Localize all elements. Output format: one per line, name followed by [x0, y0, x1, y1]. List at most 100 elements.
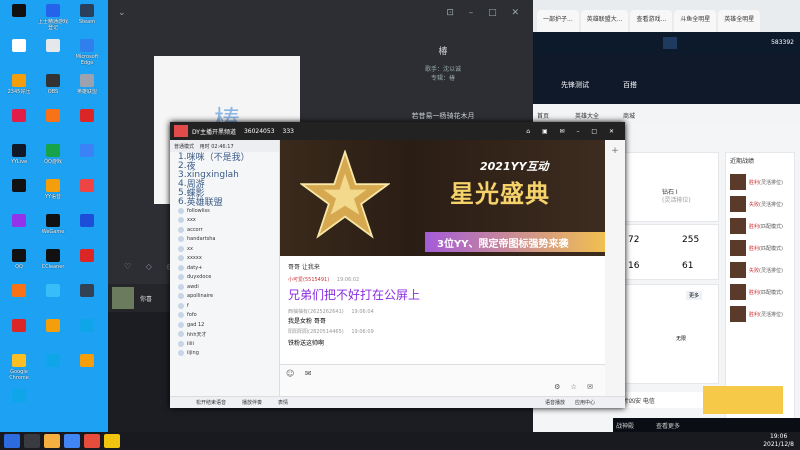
desktop-icon[interactable]	[4, 214, 34, 244]
subnav-home[interactable]: 首页	[537, 111, 549, 120]
desktop-icon[interactable]: WeGame	[38, 214, 68, 244]
add-icon[interactable]: +	[605, 146, 625, 156]
desktop-icon[interactable]: 上士精通游戏登记	[38, 4, 68, 34]
user-row[interactable]: apollinaire	[170, 292, 279, 302]
msg2-user[interactable]: 西柚柚有(2625262641)	[288, 309, 344, 315]
user-row[interactable]: iiiii	[170, 339, 279, 349]
subnav-shop[interactable]: 商城	[623, 111, 635, 120]
user-name: fofo	[187, 312, 197, 319]
desktop-icon[interactable]: YY语音	[38, 179, 68, 209]
user-row[interactable]: xx	[170, 244, 279, 254]
window-controls[interactable]: ⊡ – □ ✕	[446, 8, 525, 18]
user-row[interactable]: awdi	[170, 282, 279, 292]
app-icon[interactable]	[84, 434, 100, 448]
accompany-button[interactable]: 播放伴奏	[242, 399, 262, 406]
match-row[interactable]: 胜利 (匹配模式)	[730, 218, 790, 234]
user-row[interactable]: handartsha	[170, 235, 279, 245]
msg1-user[interactable]: 小可爱(5515491)	[288, 277, 329, 283]
desktop-icon[interactable]: OBS	[38, 74, 68, 104]
desktop-icon[interactable]	[38, 319, 68, 349]
mini-cover[interactable]	[112, 287, 134, 309]
desktop-icon[interactable]	[72, 249, 102, 279]
user-row[interactable]: followliss	[170, 206, 279, 216]
match-row[interactable]: 胜利 (灵活排位)	[730, 174, 790, 190]
window-controls[interactable]: ⌂ ▣ ✉ – □ ✕	[526, 128, 619, 135]
match-row[interactable]: 胜利 (灵活排位)	[730, 306, 790, 322]
browser-tab[interactable]: 英雄联盟大...	[580, 10, 629, 32]
nav-item-0[interactable]: 先锋测试	[561, 80, 589, 90]
task-view-icon[interactable]	[24, 434, 40, 448]
user-row[interactable]: f	[170, 301, 279, 311]
desktop-icon[interactable]	[4, 39, 34, 69]
desktop-icon[interactable]	[72, 214, 102, 244]
user-row[interactable]: duyxdoce	[170, 273, 279, 283]
browser-tab[interactable]: 查看游戏...	[630, 10, 673, 32]
desktop-icon[interactable]: Microsoft Edge	[72, 39, 102, 69]
desktop-icon[interactable]: 2345好压	[4, 74, 34, 104]
ptt-button[interactable]: 松开结束语音	[196, 399, 226, 406]
browser-tab[interactable]: 斗鱼全明星	[674, 10, 717, 32]
bottom-1[interactable]: 查看更多	[656, 423, 680, 430]
desktop-icon-label	[72, 229, 102, 241]
desktop-icon[interactable]	[72, 319, 102, 349]
user-row[interactable]: hhh天才	[170, 330, 279, 340]
event-banner[interactable]: 2021YY互动 星光盛典 3位YY、限定帝图标强势来袭	[280, 140, 607, 256]
desktop-icon[interactable]	[4, 179, 34, 209]
match-row[interactable]: 胜利 (匹配模式)	[730, 240, 790, 256]
chat-input[interactable]: ☺ ✉ ⚙ ☆ ✉	[280, 364, 605, 396]
emoji-icon[interactable]: ☺ ✉	[286, 369, 316, 378]
desktop-icon[interactable]	[72, 144, 102, 174]
clock[interactable]: 19:06 2021/12/8	[763, 433, 794, 449]
collapse-icon[interactable]: ⌄	[118, 8, 126, 18]
desktop-icon[interactable]	[38, 284, 68, 314]
user-row[interactable]: xxx	[170, 216, 279, 226]
browser-tab[interactable]: 一部护子...	[537, 10, 579, 32]
yy-taskbar-icon[interactable]	[104, 434, 120, 448]
desktop-icon[interactable]	[4, 284, 34, 314]
desktop-icon[interactable]	[38, 109, 68, 139]
user-row[interactable]: xxxxx	[170, 254, 279, 264]
desktop-icon[interactable]	[4, 389, 34, 419]
user-row[interactable]: gad 12	[170, 320, 279, 330]
desktop-icon[interactable]: QQ游戏	[38, 144, 68, 174]
file-explorer-icon[interactable]	[44, 434, 60, 448]
desktop-icon[interactable]: Steam	[72, 4, 102, 34]
desktop-icon[interactable]	[72, 179, 102, 209]
desktop-icon[interactable]	[4, 319, 34, 349]
rank-label: (灵活排位)	[662, 197, 691, 204]
desktop-icon[interactable]: 英雄联盟	[72, 74, 102, 104]
app-center-button[interactable]: 应用中心	[575, 399, 595, 406]
channel-item[interactable]: 6. 英雄联盟	[170, 197, 279, 209]
desktop-icon[interactable]: CCleaner	[38, 249, 68, 279]
desktop-icon[interactable]	[72, 284, 102, 314]
user-row[interactable]: fofo	[170, 311, 279, 321]
match-row[interactable]: 失败 (灵活排位)	[730, 262, 790, 278]
match-row[interactable]: 失败 (灵活排位)	[730, 196, 790, 212]
emote-button[interactable]: 表情	[278, 399, 288, 406]
desktop-icon[interactable]	[72, 354, 102, 384]
desktop-icon[interactable]	[4, 109, 34, 139]
promo-badge[interactable]	[703, 386, 783, 414]
bottom-0[interactable]: 战神殿	[616, 423, 634, 430]
start-icon[interactable]	[4, 434, 20, 448]
input-tools-icon[interactable]: ⚙ ☆ ✉	[554, 383, 597, 391]
browser-tab[interactable]: 英雄全明星	[718, 10, 761, 32]
app-icon	[46, 249, 60, 262]
user-row[interactable]: daty+	[170, 263, 279, 273]
desktop-icon[interactable]: YYLive	[4, 144, 34, 174]
desktop-icon[interactable]	[72, 109, 102, 139]
voice-play-button[interactable]: 语音播放	[545, 399, 565, 406]
subnav-heroes[interactable]: 英雄大全	[575, 111, 599, 120]
nav-item-1[interactable]: 百搭	[623, 80, 637, 90]
msg3-user[interactable]: 阳阳阳阳(2820514465)	[288, 329, 344, 335]
match-row[interactable]: 胜利 (匹配模式)	[730, 284, 790, 300]
desktop-icon[interactable]	[4, 4, 34, 34]
more-button[interactable]: 更多	[686, 291, 703, 300]
desktop-icon[interactable]	[38, 354, 68, 384]
user-row[interactable]: accorr	[170, 225, 279, 235]
user-row[interactable]: iijing	[170, 349, 279, 359]
desktop-icon[interactable]	[38, 39, 68, 69]
chrome-icon[interactable]	[64, 434, 80, 448]
desktop-icon[interactable]: QQ	[4, 249, 34, 279]
desktop-icon[interactable]: Google Chrome	[4, 354, 34, 384]
